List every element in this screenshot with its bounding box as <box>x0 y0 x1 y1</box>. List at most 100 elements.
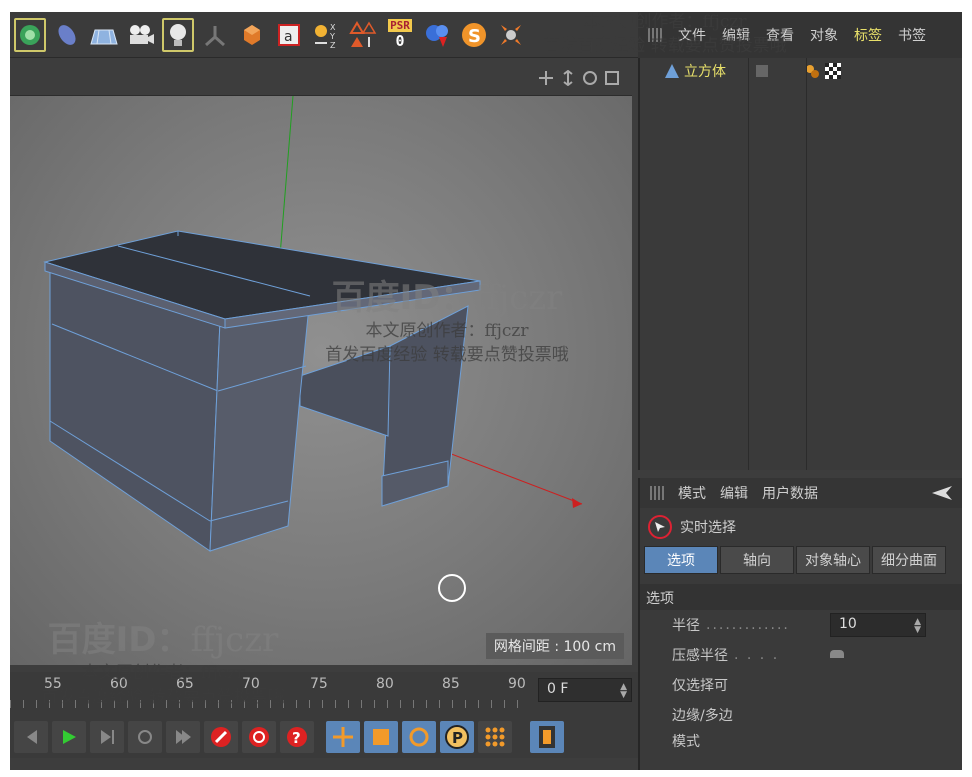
object-manager-menubar: 文件 编辑 查看 对象 标签 书签 <box>638 12 962 58</box>
move-tool-button[interactable] <box>326 721 360 753</box>
current-frame-field[interactable]: 0 F ▲ ▼ <box>538 678 632 702</box>
prop-visible-only[interactable]: 仅选择可 <box>640 670 962 700</box>
desk-mesh <box>43 96 583 552</box>
film-icon <box>539 726 555 748</box>
dots-grid-icon <box>485 727 505 747</box>
loop-button[interactable] <box>128 721 162 753</box>
prop-label: 边缘/多边 <box>672 708 733 724</box>
tab-axis[interactable]: 轴向 <box>720 546 794 574</box>
scale-tool-button[interactable] <box>364 721 398 753</box>
object-row-cube[interactable]: 立方体 <box>664 58 842 84</box>
prop-label: 半径 <box>672 618 700 634</box>
visibility-icon[interactable] <box>754 63 770 79</box>
move-view-icon[interactable] <box>538 70 554 86</box>
tab-object-axis[interactable]: 对象轴心 <box>796 546 870 574</box>
attr-menu-edit[interactable]: 编辑 <box>720 483 748 503</box>
frame-spin-icon[interactable]: ▲ ▼ <box>620 683 627 700</box>
menu-tags[interactable]: 标签 <box>854 25 882 45</box>
go-end-button[interactable] <box>166 721 200 753</box>
prop-label: 压感半径 <box>672 648 728 664</box>
cube-icon <box>665 64 679 78</box>
coordinate-system-icon[interactable]: XYZ <box>310 18 342 52</box>
tick-label: 75 <box>310 676 328 692</box>
column-divider[interactable] <box>748 58 749 470</box>
parameter-button[interactable]: P <box>440 721 474 753</box>
column-divider[interactable] <box>806 58 807 470</box>
axis-x-label: X <box>330 23 336 32</box>
sketch-icon[interactable]: S <box>458 18 490 52</box>
timeline-ruler[interactable]: 55 60 65 70 75 80 85 90 <box>10 674 530 700</box>
render-view-icon[interactable]: a <box>273 18 305 52</box>
prop-pressure-radius: 压感半径 . . . . <box>640 640 962 670</box>
attr-menu-mode[interactable]: 模式 <box>678 483 706 503</box>
checker-tag-icon[interactable] <box>824 62 842 80</box>
axis-icon[interactable] <box>199 18 231 52</box>
maximize-view-icon[interactable] <box>604 70 620 86</box>
deformer-icon[interactable] <box>51 18 83 52</box>
menu-file[interactable]: 文件 <box>678 25 706 45</box>
tick-label: 90 <box>508 676 526 692</box>
help-button[interactable]: ? <box>280 721 314 753</box>
go-start-button[interactable] <box>14 721 48 753</box>
key-icon <box>211 727 231 747</box>
prop-edge-poly[interactable]: 边缘/多边 <box>640 700 962 730</box>
record-keys-button[interactable] <box>204 721 238 753</box>
menu-edit[interactable]: 编辑 <box>722 25 750 45</box>
tick-label: 60 <box>110 676 128 692</box>
effector-icon[interactable] <box>495 18 527 52</box>
panel-grip-icon[interactable] <box>650 486 664 500</box>
tool-name: 实时选择 <box>680 520 736 536</box>
prop-mode[interactable]: 模式 <box>640 730 962 752</box>
timeline-ticks <box>10 700 530 708</box>
menu-view[interactable]: 查看 <box>766 25 794 45</box>
tick-label: 70 <box>242 676 260 692</box>
film-render-button[interactable] <box>530 721 564 753</box>
psr-label: PSR <box>388 19 412 32</box>
pressure-radius-toggle[interactable] <box>830 650 844 658</box>
prop-dots: ............. <box>706 617 790 633</box>
menu-object[interactable]: 对象 <box>810 25 838 45</box>
object-manager: 立方体 <box>638 58 962 470</box>
svg-text:a: a <box>284 29 293 45</box>
point-level-button[interactable] <box>478 721 512 753</box>
attribute-menubar: 模式 编辑 用户数据 <box>640 478 962 508</box>
go-end-icon <box>176 730 191 744</box>
grid-spacing-label: 网格间距 : 100 cm <box>485 633 624 659</box>
attr-menu-userdata[interactable]: 用户数据 <box>762 483 818 503</box>
loop-icon <box>138 730 152 744</box>
panel-grip-icon[interactable] <box>648 28 662 42</box>
section-header[interactable]: 选项 <box>640 584 962 610</box>
psr-reset-button[interactable]: PSR 0 <box>384 18 416 52</box>
menu-bookmarks[interactable]: 书签 <box>898 25 926 45</box>
timeline[interactable]: 55 60 65 70 75 80 85 90 0 F ▲ ▼ <box>10 672 638 716</box>
camera-icon[interactable] <box>125 18 157 52</box>
3d-viewport[interactable]: 网格间距 : 100 cm <box>10 95 632 665</box>
tab-options[interactable]: 选项 <box>644 546 718 574</box>
prop-radius: 半径 ............. 10 ▲ ▼ <box>640 610 962 640</box>
auto-key-button[interactable] <box>242 721 276 753</box>
subdivision-surface-icon[interactable] <box>14 17 46 52</box>
back-arrow-icon[interactable] <box>930 485 954 501</box>
rotate-tool-button[interactable] <box>402 721 436 753</box>
prop-label: 模式 <box>672 734 700 750</box>
play-button[interactable] <box>52 721 86 753</box>
tab-subdivision[interactable]: 细分曲面 <box>872 546 946 574</box>
rotate-view-icon[interactable] <box>582 70 598 86</box>
make-editable-icon[interactable] <box>236 18 268 52</box>
radius-input[interactable]: 10 ▲ ▼ <box>830 613 926 637</box>
tick-label: 80 <box>376 676 394 692</box>
attribute-manager: 模式 编辑 用户数据 实时选择 选项 轴向 对象轴心 细分曲面 选项 半径 ..… <box>638 478 962 770</box>
snap-icon[interactable] <box>347 18 379 52</box>
next-frame-icon <box>101 730 114 744</box>
floor-icon[interactable] <box>88 18 120 52</box>
next-frame-button[interactable] <box>90 721 124 753</box>
object-name: 立方体 <box>684 64 726 80</box>
materials-icon[interactable] <box>421 18 453 52</box>
zoom-view-icon[interactable] <box>560 70 576 86</box>
main-toolbar: a XYZ PSR 0 S <box>10 12 638 58</box>
light-icon[interactable] <box>162 17 194 52</box>
spin-arrows-icon[interactable]: ▲ ▼ <box>914 618 921 635</box>
live-selection-icon <box>648 515 672 539</box>
tick-label: 55 <box>44 676 62 692</box>
cinema4d-window: a XYZ PSR 0 S 文件 编辑 查看 对象 标签 书签 立方体 网格间距… <box>10 12 962 770</box>
